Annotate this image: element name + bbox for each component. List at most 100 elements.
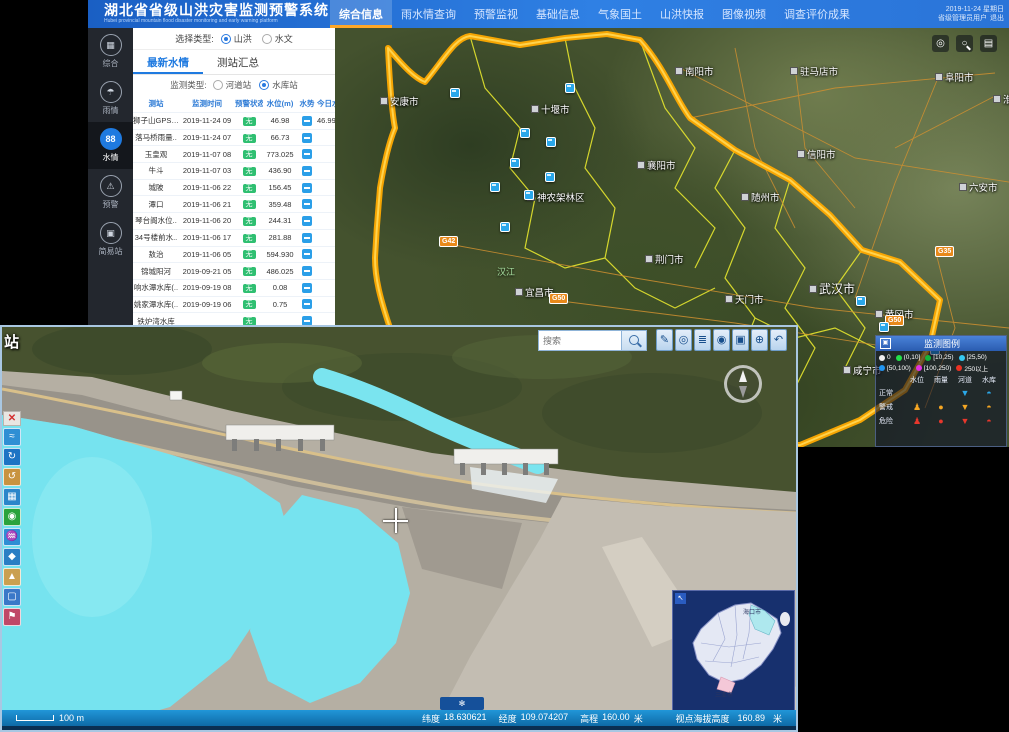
viewer-tool-button[interactable]: ◎	[675, 329, 692, 351]
viewer-side-tool[interactable]: ↺	[3, 468, 21, 486]
map-city-label: 阜阳市	[935, 70, 974, 84]
sidebar-item[interactable]: ▣ 简易站	[88, 216, 133, 263]
type-radio-option[interactable]: 水文	[262, 32, 293, 45]
viewer-side-tool[interactable]: ◉	[3, 508, 21, 526]
panel-tab[interactable]: 最新水情	[133, 50, 203, 74]
station-name: 玉皇观	[133, 149, 179, 160]
station-marker-icon[interactable]	[520, 128, 530, 138]
nav-item[interactable]: 雨水情查询	[392, 0, 465, 28]
nav-item[interactable]: 调查评价成果	[775, 0, 859, 28]
station-marker-icon[interactable]	[546, 137, 556, 147]
viewer-side-tool[interactable]: ⚑	[3, 608, 21, 626]
weather-icon: ✻	[459, 699, 466, 708]
scale-dot-icon	[925, 355, 931, 361]
table-row[interactable]: 落马桥雨量.. 2019-11-24 07 无 66.73	[133, 129, 335, 146]
table-row[interactable]: 琴台阁水位.. 2019-11-06 20 无 244.31	[133, 212, 335, 229]
monitor-time: 2019-11-06 20	[179, 216, 235, 225]
sidebar-item[interactable]: 88 水情	[88, 122, 133, 169]
viewer-side-tool[interactable]: ◆	[3, 548, 21, 566]
station-marker-icon[interactable]	[565, 83, 575, 93]
panel-tabs: 最新水情测站汇总	[133, 50, 335, 75]
compass-control[interactable]	[724, 365, 762, 403]
station-marker-icon[interactable]	[879, 322, 889, 332]
viewer-side-tool[interactable]: ≈	[3, 428, 21, 446]
viewer-side-tool[interactable]: ↻	[3, 448, 21, 466]
station-marker-icon[interactable]	[510, 158, 520, 168]
water-level: 0.75	[263, 300, 297, 309]
sidebar-item-icon: 88	[100, 128, 122, 150]
monitor-filter-row: 监测类型: 河道站水库站	[133, 75, 335, 94]
water-level: 46.98	[263, 116, 297, 125]
type-radio-option[interactable]: 山洪	[221, 32, 252, 45]
table-row[interactable]: 潭口 2019-11-06 21 无 359.48	[133, 195, 335, 212]
water-level: 0.08	[263, 283, 297, 292]
nav-item[interactable]: 气象国土	[589, 0, 651, 28]
map-controls: ◎ ○ ▤	[932, 35, 997, 52]
map-city-label: 信阳市	[797, 147, 836, 161]
monitor-radio-option[interactable]: 水库站	[259, 79, 298, 91]
viewer-tool-button[interactable]: ▣	[732, 329, 749, 351]
overview-inset-map[interactable]: ↖ 海口市三亚市	[672, 590, 795, 712]
sidebar-item[interactable]: ▦ 综合	[88, 28, 133, 75]
legend-row: 警戒 ♟ ● ▼ ◓	[879, 400, 1003, 414]
table-row[interactable]: 城陂 2019-11-06 22 无 156.45	[133, 179, 335, 196]
nav-item[interactable]: 图像视频	[713, 0, 775, 28]
table-row[interactable]: 响水潭水库(.. 2019-09-19 08 无 0.08	[133, 279, 335, 296]
table-row[interactable]: 34号楼前水.. 2019-11-06 17 无 281.88	[133, 229, 335, 246]
station-marker-icon[interactable]	[450, 88, 460, 98]
water-level: 359.48	[263, 200, 297, 209]
inset-island-shape	[673, 591, 794, 711]
table-row[interactable]: 锦城阳河 2019-09-21 05 无 486.025	[133, 262, 335, 279]
station-name: 34号楼前水..	[133, 232, 179, 243]
user-datebox: 2019-11-24 星期日 省级管理员用户退出	[938, 5, 1004, 23]
viewer-side-tool[interactable]: ♒	[3, 528, 21, 546]
monitor-time: 2019-11-24 09	[179, 116, 235, 125]
sidebar-item-icon: ☂	[100, 81, 122, 103]
nav-item[interactable]: 山洪快报	[651, 0, 713, 28]
table-row[interactable]: 牛斗 2019-11-07 03 无 436.90	[133, 162, 335, 179]
map-control-button[interactable]: ○	[956, 35, 973, 52]
viewer-tool-button[interactable]: ↶	[770, 329, 787, 351]
viewer-side-tool[interactable]: ▲	[3, 568, 21, 586]
panel-tab[interactable]: 测站汇总	[203, 50, 273, 74]
table-row[interactable]: 狮子山GPS仿.. 2019-11-24 09 无 46.98 46.99	[133, 112, 335, 129]
water-level: 773.025	[263, 150, 297, 159]
monitor-lens-icon: ◉	[8, 512, 17, 522]
scene-weather-marker[interactable]: ✻	[440, 697, 484, 710]
viewer-tool-button[interactable]: ≣	[694, 329, 711, 351]
nav-item[interactable]: 基础信息	[527, 0, 589, 28]
view-alt-label: 视点海拔高度	[675, 712, 729, 725]
scene-station-label: 站	[4, 331, 19, 352]
inset-expand-icon[interactable]: ↖	[675, 593, 686, 604]
coordinate-readout: 纬度18.630621 经度109.074207 高程160.00米	[422, 710, 643, 726]
station-marker-icon[interactable]	[856, 296, 866, 306]
scale-dot-icon	[916, 365, 922, 371]
search-input[interactable]	[538, 330, 622, 351]
water-level: 156.45	[263, 183, 297, 192]
station-marker-icon[interactable]	[490, 182, 500, 192]
legend-collapse-icon[interactable]: ▣	[880, 338, 891, 349]
viewer-status-bar: 100 m 纬度18.630621 经度109.074207 高程160.00米…	[2, 710, 796, 726]
viewer-side-tool[interactable]: ▦	[3, 488, 21, 506]
station-marker-icon[interactable]	[524, 190, 534, 200]
table-row[interactable]: 玉皇观 2019-11-07 08 无 773.025	[133, 145, 335, 162]
station-marker-icon[interactable]	[545, 172, 555, 182]
viewer-tool-button[interactable]: ◉	[713, 329, 730, 351]
map-control-button[interactable]: ◎	[932, 35, 949, 52]
viewer-tool-button[interactable]: ✎	[656, 329, 673, 351]
viewer-side-tool[interactable]: ▢	[3, 588, 21, 606]
viewer-tool-button[interactable]: ⊕	[751, 329, 768, 351]
logout-link[interactable]: 退出	[990, 15, 1004, 22]
sidebar-item[interactable]: ⚠ 预警	[88, 169, 133, 216]
map-control-button[interactable]: ▤	[980, 35, 997, 52]
monitor-radio-option[interactable]: 河道站	[213, 79, 252, 91]
nav-item[interactable]: 综合信息	[330, 0, 392, 28]
status-badge: 无	[243, 167, 256, 176]
sidebar-item[interactable]: ☂ 雨情	[88, 75, 133, 122]
search-button[interactable]	[621, 330, 647, 351]
nav-item[interactable]: 预警监视	[465, 0, 527, 28]
station-marker-icon[interactable]	[500, 222, 510, 232]
table-row[interactable]: 敖治 2019-11-06 05 无 594.930	[133, 246, 335, 263]
table-row[interactable]: 姚家潭水库(.. 2019-09-19 06 无 0.75	[133, 296, 335, 313]
close-toolbar-button[interactable]: ✕	[3, 411, 21, 426]
